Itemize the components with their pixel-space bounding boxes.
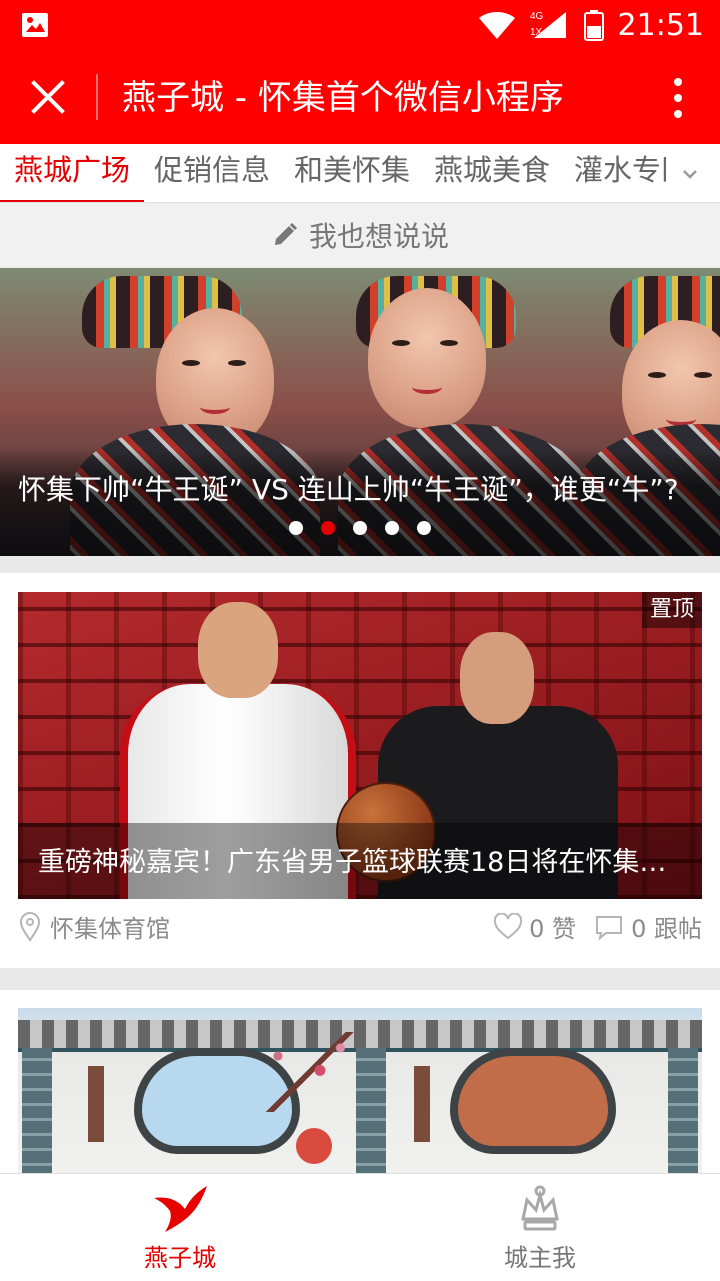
plum-blossom: [254, 1032, 374, 1112]
compose-post-button[interactable]: 我也想说说: [0, 203, 720, 267]
nav-home[interactable]: 燕子城: [90, 1174, 270, 1281]
svg-text:1X: 1X: [530, 27, 543, 38]
comments-count: 0 跟帖: [631, 915, 702, 943]
title-bar: 燕子城 - 怀集首个微信小程序: [0, 50, 720, 144]
banner-face-center: [368, 288, 486, 428]
pinned-badge: 置顶: [641, 592, 702, 628]
carousel-dot[interactable]: [289, 521, 303, 535]
likes-count: 0 赞: [529, 915, 576, 943]
status-bar: 4G 1X 21:51: [0, 0, 720, 50]
heart-icon: [494, 912, 523, 939]
wifi-icon: [478, 12, 515, 39]
signal-icon: 4G 1X: [530, 11, 566, 38]
nav-profile[interactable]: 城主我: [450, 1174, 630, 1281]
banner-carousel[interactable]: [0, 268, 720, 556]
status-right: 4G 1X 21:51: [478, 4, 704, 46]
location-icon: [19, 911, 41, 942]
clock: 21:51: [617, 7, 704, 43]
post-meta: 怀集体育馆 0 赞 0 跟帖: [18, 909, 702, 947]
post-title[interactable]: 重磅神秘嘉宾！广东省男子篮球联赛18日将在怀集体育馆: [38, 843, 678, 883]
bottom-navigation: 燕子城 城主我: [0, 1173, 720, 1281]
svg-text:4G: 4G: [530, 11, 544, 22]
carousel-dot[interactable]: [417, 521, 431, 535]
page-title: 燕子城 - 怀集首个微信小程序: [122, 78, 564, 118]
comment-icon: [596, 915, 623, 941]
carousel-dot[interactable]: [353, 521, 367, 535]
category-tabs: 燕城广场 促销信息 和美怀集 燕城美食 灌水专区: [0, 144, 720, 203]
close-icon[interactable]: [24, 73, 72, 121]
wall-pillar: [22, 1048, 52, 1173]
battery-icon: [583, 10, 604, 41]
title-divider: [96, 74, 98, 120]
carousel-dot[interactable]: [385, 521, 399, 535]
compose-label: 我也想说说: [308, 220, 449, 253]
comment-button[interactable]: 0 跟帖: [593, 909, 702, 944]
image-icon: [22, 13, 48, 37]
wall-plaque: [88, 1066, 104, 1142]
tab-chat-zone[interactable]: 灌水专区: [574, 144, 666, 202]
post-thumbnail[interactable]: 置顶 重磅神秘嘉宾！广东省男子篮球联赛18日将在怀集体育馆: [18, 592, 702, 899]
chevron-down-icon[interactable]: [678, 162, 702, 186]
tab-yancheng-food[interactable]: 燕城美食: [434, 144, 550, 202]
wall-plaque: [414, 1066, 430, 1142]
pencil-icon: [274, 222, 298, 245]
crown-icon: [521, 1185, 559, 1231]
swallow-icon: [154, 1186, 207, 1232]
tab-hemei-huaiji[interactable]: 和美怀集: [294, 144, 410, 202]
wall-window: [450, 1048, 616, 1154]
post-card[interactable]: 置顶 重磅神秘嘉宾！广东省男子篮球联赛18日将在怀集体育馆 怀集体育馆 0 赞 …: [0, 573, 720, 968]
more-icon[interactable]: [666, 74, 690, 122]
banner-caption[interactable]: 怀集下帅“牛王诞” VS 连山上帅“牛王诞”，谁更“牛”?: [18, 470, 698, 510]
tab-promotions[interactable]: 促销信息: [154, 144, 270, 202]
lantern: [296, 1128, 332, 1164]
location-label: 怀集体育馆: [50, 915, 170, 943]
tab-yancheng-square[interactable]: 燕城广场: [0, 144, 145, 202]
post-card[interactable]: [0, 990, 720, 1173]
carousel-indicator: [0, 521, 720, 537]
like-button[interactable]: 0 赞: [493, 909, 576, 944]
nav-home-label: 燕子城: [144, 1244, 216, 1272]
wall-pillar: [668, 1048, 698, 1173]
post-location: 怀集体育馆: [18, 909, 170, 944]
post-thumbnail[interactable]: [18, 1008, 702, 1173]
nav-profile-label: 城主我: [504, 1244, 576, 1272]
carousel-dot-active[interactable]: [321, 521, 335, 535]
